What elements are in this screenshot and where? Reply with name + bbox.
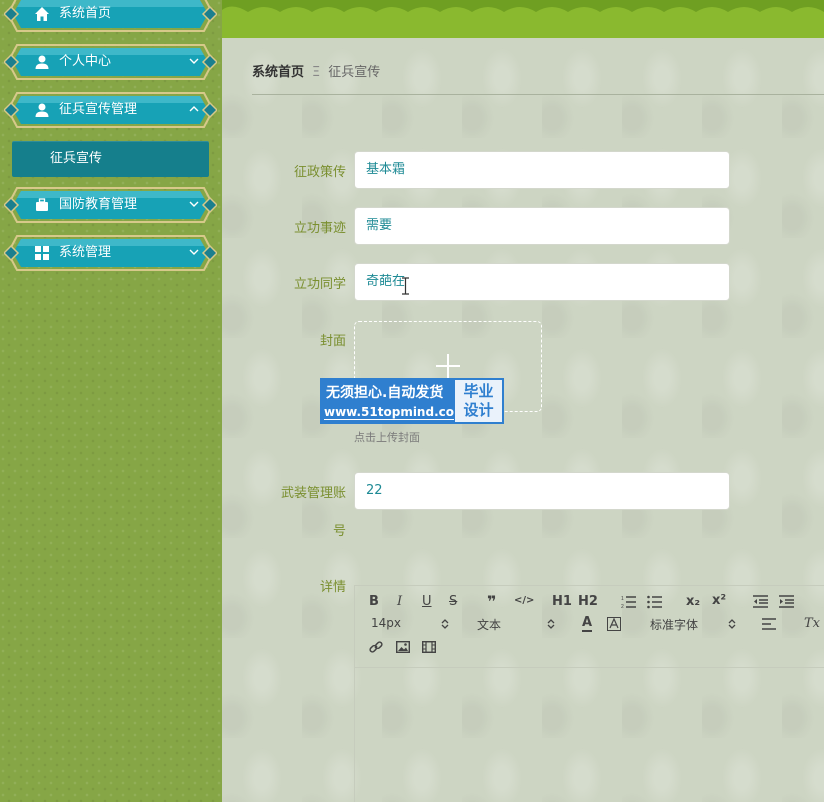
sidebar-item-label: 系统管理 xyxy=(59,245,112,260)
account-input[interactable]: 22 xyxy=(354,472,730,510)
chevron-down-icon xyxy=(189,249,199,255)
sidebar-item-label: 个人中心 xyxy=(59,54,112,69)
superscript-button[interactable]: x² xyxy=(712,593,726,608)
watermark-box-line2: 设计 xyxy=(463,401,494,419)
editor-toolbar: B I U S ❞ </> H1 H2 12 x₂ x² 14px 文本 A 标… xyxy=(354,586,824,668)
svg-text:1: 1 xyxy=(621,596,624,602)
sidebar-item-home[interactable]: 系统首页 xyxy=(4,0,217,33)
italic-button[interactable]: I xyxy=(397,594,402,609)
watermark-banner: 无须担心.自动发货 www.51topmind.com 毕业 设计 xyxy=(320,378,504,424)
highlight-icon[interactable] xyxy=(607,617,621,631)
classmate-label: 立功同学 xyxy=(293,277,346,292)
font-family-select[interactable]: 标准字体 xyxy=(650,616,736,632)
subscript-button[interactable]: x₂ xyxy=(686,594,700,609)
breadcrumb-separator: Ξ xyxy=(312,65,321,80)
select-arrows-icon xyxy=(441,619,449,629)
deeds-input[interactable]: 需要 xyxy=(354,207,730,245)
bold-button[interactable]: B xyxy=(369,594,379,609)
classmate-input-value: 奇葩在 xyxy=(366,274,406,289)
briefcase-icon xyxy=(36,198,48,211)
top-bar xyxy=(222,0,824,38)
bullet-list-icon[interactable] xyxy=(647,595,662,609)
font-color-button[interactable]: A xyxy=(582,616,593,632)
block-type-select[interactable]: 文本 xyxy=(477,616,555,632)
account-label-line2: 号 xyxy=(332,524,346,539)
chevron-down-icon xyxy=(189,58,199,64)
image-icon[interactable] xyxy=(396,641,410,653)
sidebar-item-recruitment-management[interactable]: 征兵宣传管理 xyxy=(4,91,217,129)
sidebar-item-label: 征兵宣传管理 xyxy=(59,102,138,117)
select-arrows-icon xyxy=(728,619,736,629)
watermark-box-line1: 毕业 xyxy=(463,382,494,400)
strike-button[interactable]: S xyxy=(449,594,457,609)
outdent-icon[interactable] xyxy=(753,595,768,608)
user-icon xyxy=(35,55,49,69)
select-arrows-icon xyxy=(547,619,555,629)
clean-format-button[interactable]: Tx xyxy=(804,616,820,631)
video-icon[interactable] xyxy=(422,641,436,653)
account-label: 武装管理账 xyxy=(280,486,346,501)
sidebar-item-label: 国防教育管理 xyxy=(59,197,138,212)
watermark-line1: 无须担心.自动发货 xyxy=(326,385,444,401)
classmate-input[interactable]: 奇葩在 xyxy=(354,263,730,301)
underline-button[interactable]: U xyxy=(422,594,432,609)
code-block-button[interactable]: </> xyxy=(514,595,534,606)
sidebar-item-defense-education[interactable]: 国防教育管理 xyxy=(4,186,217,224)
blockquote-button[interactable]: ❞ xyxy=(487,592,496,611)
indent-icon[interactable] xyxy=(779,595,794,608)
plus-icon xyxy=(436,354,460,378)
align-left-icon[interactable] xyxy=(762,618,776,630)
chevron-down-icon xyxy=(189,201,199,207)
font-family-value: 标准字体 xyxy=(650,618,699,632)
sidebar-item-personal-center[interactable]: 个人中心 xyxy=(4,43,217,81)
chevron-up-icon xyxy=(189,106,199,112)
grid-icon xyxy=(35,246,49,260)
sidebar-subitem-recruitment-promo[interactable]: 征兵宣传 xyxy=(12,141,209,177)
link-icon[interactable] xyxy=(369,640,383,654)
breadcrumb: 系统首页 Ξ 征兵宣传 xyxy=(252,62,380,84)
details-label: 详情 xyxy=(319,580,346,595)
cover-label: 封面 xyxy=(319,334,346,349)
sidebar-item-label: 系统首页 xyxy=(59,6,112,21)
font-size-select[interactable]: 14px xyxy=(371,616,449,632)
sidebar-item-system-management[interactable]: 系统管理 xyxy=(4,234,217,272)
breadcrumb-divider xyxy=(252,94,824,95)
breadcrumb-current: 征兵宣传 xyxy=(328,65,381,80)
font-size-value: 14px xyxy=(371,616,401,630)
policy-input[interactable]: 基本霜 xyxy=(354,151,730,189)
top-bar-wave xyxy=(222,0,824,12)
svg-text:2: 2 xyxy=(621,604,624,609)
block-type-value: 文本 xyxy=(477,618,502,632)
home-icon xyxy=(35,7,49,21)
watermark-box: 毕业 设计 xyxy=(454,379,503,423)
header2-button[interactable]: H2 xyxy=(578,594,598,609)
ordered-list-icon[interactable]: 12 xyxy=(621,595,636,609)
deeds-label: 立功事迹 xyxy=(293,221,346,236)
breadcrumb-home[interactable]: 系统首页 xyxy=(252,65,304,80)
user-icon xyxy=(35,103,49,117)
cover-upload-hint: 点击上传封面 xyxy=(354,431,420,444)
header1-button[interactable]: H1 xyxy=(552,594,572,609)
watermark-line2: www.51topmind.com xyxy=(324,405,467,420)
text-cursor-icon xyxy=(402,277,409,295)
policy-label: 征政策传 xyxy=(293,165,346,180)
